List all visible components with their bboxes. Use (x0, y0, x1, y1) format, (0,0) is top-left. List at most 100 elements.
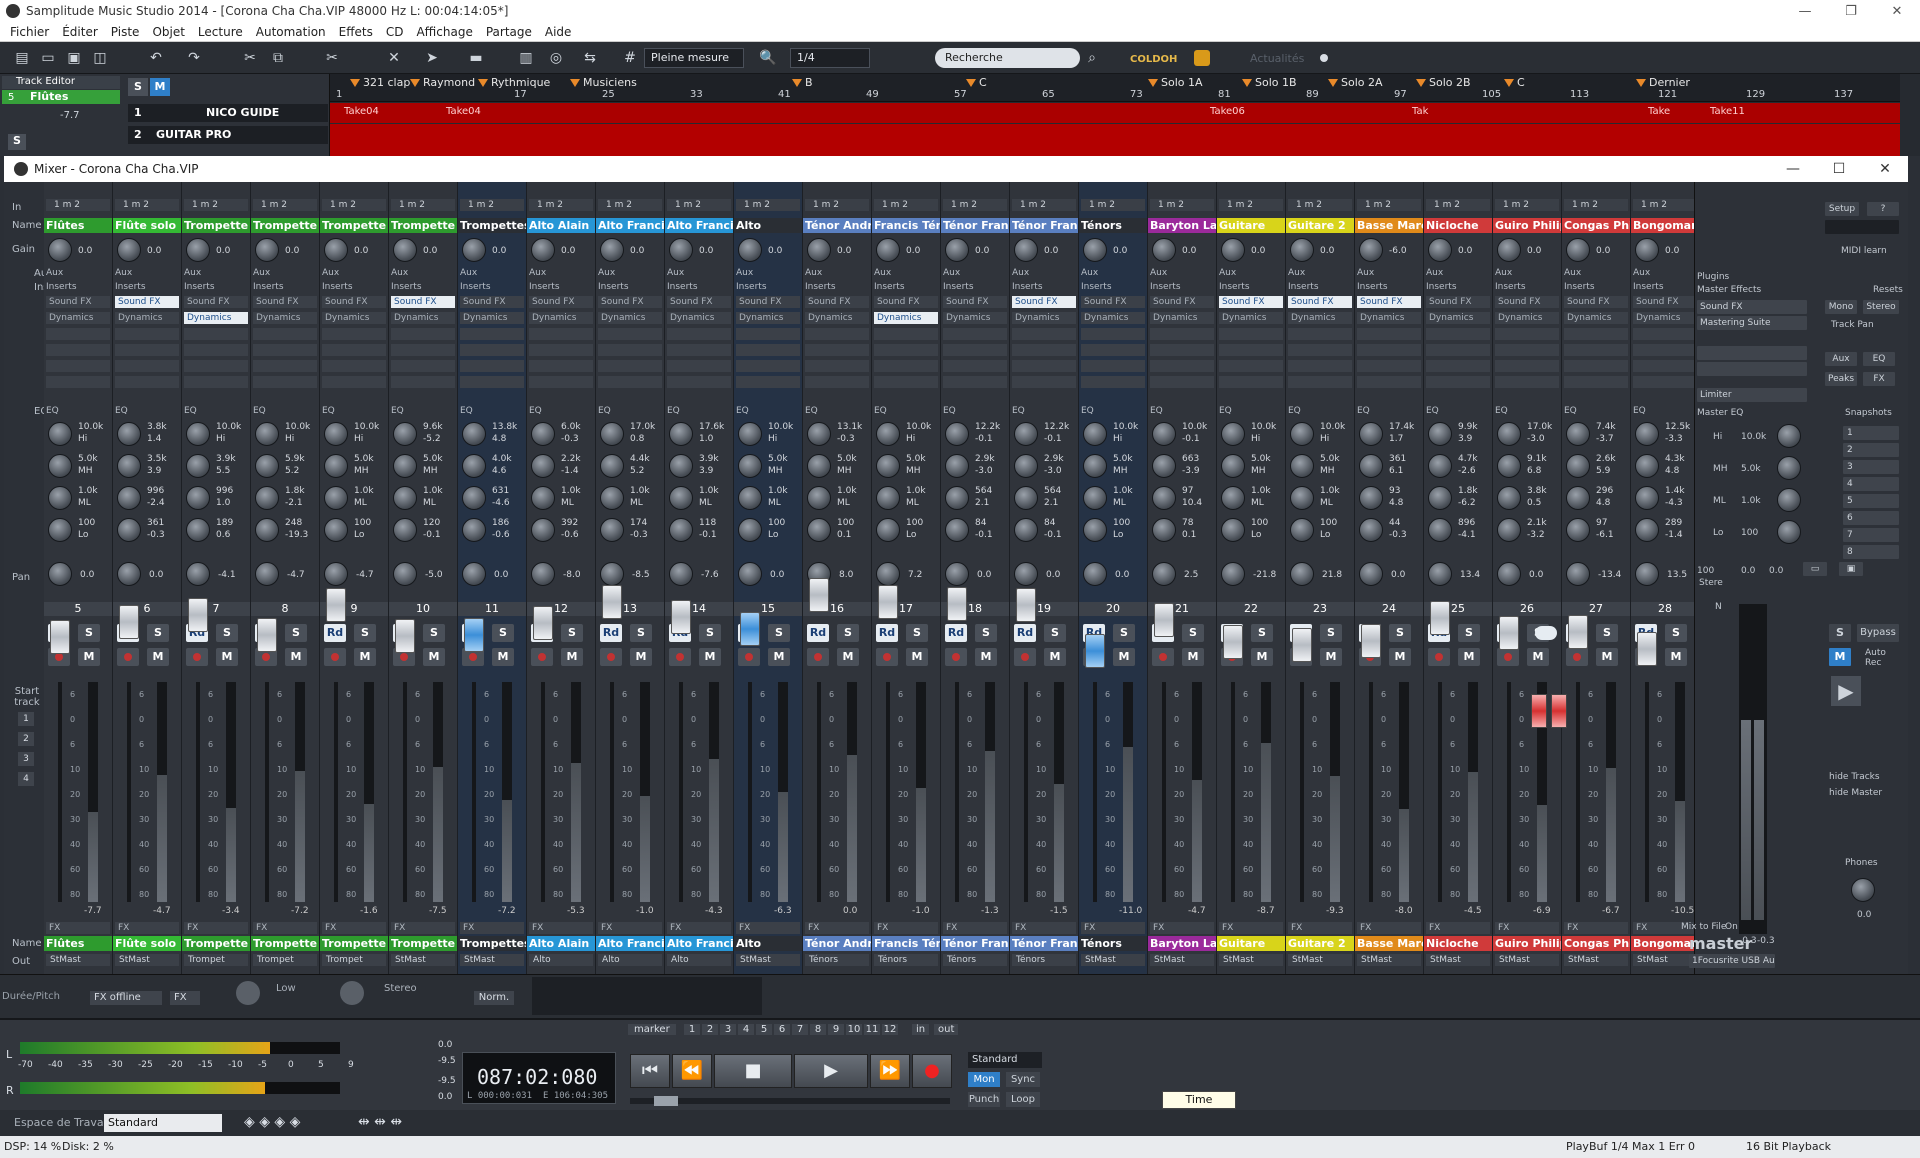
output-select[interactable]: Alto (667, 954, 731, 966)
output-select[interactable]: Ténors (1012, 954, 1076, 966)
volume-fader[interactable] (671, 600, 691, 634)
volume-fader[interactable] (878, 585, 898, 619)
volume-fader[interactable] (1154, 603, 1174, 637)
fx-select[interactable]: FX (322, 922, 386, 934)
master-soundfx-slot[interactable]: Sound FX (1697, 300, 1807, 314)
eq-label[interactable]: EQ (805, 406, 818, 416)
solo-button[interactable]: S (492, 624, 514, 642)
channel-name[interactable]: Ténor Franc (941, 218, 1009, 233)
channel-name[interactable]: Flûte solo (113, 218, 181, 233)
insert-slot[interactable] (1081, 360, 1145, 372)
gain-knob[interactable] (531, 238, 555, 262)
marker-5[interactable]: B (792, 76, 813, 89)
sound-fx-slot[interactable]: Sound FX (1150, 296, 1214, 308)
record-arm-button[interactable] (1497, 648, 1519, 666)
solo-button[interactable]: S (78, 624, 100, 642)
master-slot[interactable] (1697, 346, 1807, 360)
channel-name[interactable]: Ténor Andre (803, 218, 871, 233)
insert-slot[interactable] (1633, 344, 1697, 356)
aux-label[interactable]: Aux (736, 268, 753, 278)
record-arm-button[interactable] (1152, 648, 1174, 666)
gain-knob[interactable] (945, 238, 969, 262)
gain-knob[interactable] (1014, 238, 1038, 262)
insert-slot[interactable] (1288, 344, 1352, 356)
insert-slot[interactable] (253, 344, 317, 356)
sound-fx-slot[interactable]: Sound FX (598, 296, 662, 308)
dynamics-slot[interactable]: Dynamics (1150, 312, 1214, 324)
mute-button[interactable]: M (699, 648, 721, 666)
fx-select[interactable]: FX (1150, 922, 1214, 934)
eq-band-knob[interactable] (462, 518, 486, 542)
insert-slot[interactable] (391, 360, 455, 372)
insert-slot[interactable] (1564, 328, 1628, 340)
sound-fx-slot[interactable]: Sound FX (1633, 296, 1697, 308)
restore-button[interactable]: ❐ (1828, 0, 1874, 22)
volume-fader[interactable] (50, 620, 70, 654)
take-clip[interactable]: Take11 (1710, 106, 1745, 117)
pan-knob[interactable] (876, 562, 900, 586)
volume-fader[interactable] (1292, 628, 1312, 662)
eq-band-knob[interactable] (531, 486, 555, 510)
output-select[interactable]: StMast (46, 954, 110, 966)
eq-band-knob[interactable] (117, 454, 141, 478)
track-pan-label[interactable]: Track Pan (1831, 320, 1874, 330)
insert-slot[interactable] (1150, 376, 1214, 388)
snapshot-item[interactable]: 4 (1843, 477, 1899, 491)
gain-knob[interactable] (669, 238, 693, 262)
gain-knob[interactable] (1566, 238, 1590, 262)
dynamics-slot[interactable]: Dynamics (115, 312, 179, 324)
fx-select[interactable]: FX (170, 991, 200, 1005)
solo-button[interactable]: S (561, 624, 583, 642)
gain-knob[interactable] (117, 238, 141, 262)
channel-name-bottom[interactable]: Trompette (182, 936, 250, 951)
output-select[interactable]: Alto (598, 954, 662, 966)
eq-label[interactable]: EQ (736, 406, 749, 416)
output-select[interactable]: Trompet (322, 954, 386, 966)
eq-band-knob[interactable] (255, 518, 279, 542)
eq-band-knob[interactable] (1428, 518, 1452, 542)
eq-label[interactable]: EQ (46, 406, 59, 416)
channel-name[interactable]: Flûtes (44, 218, 112, 233)
eq-band-knob[interactable] (600, 422, 624, 446)
eq-band-knob[interactable] (186, 422, 210, 446)
fx-select[interactable]: FX (1219, 922, 1283, 934)
mute-button[interactable]: M (1182, 648, 1204, 666)
solo-button[interactable]: S (354, 624, 376, 642)
eq-band-knob[interactable] (1083, 486, 1107, 510)
eq-band-knob[interactable] (600, 454, 624, 478)
eq-label[interactable]: EQ (1219, 406, 1232, 416)
input-select[interactable]: 1 m 2 (1357, 199, 1421, 211)
master-eq-mh-knob[interactable] (1777, 456, 1801, 480)
eq-band-knob[interactable] (48, 486, 72, 510)
sound-fx-slot[interactable]: Sound FX (1564, 296, 1628, 308)
master-link-icon[interactable] (1535, 626, 1557, 640)
snapshot-item[interactable]: 3 (1843, 460, 1899, 474)
volume-fader[interactable] (188, 598, 208, 632)
input-select[interactable]: 1 m 2 (1288, 199, 1352, 211)
sound-fx-slot[interactable]: Sound FX (46, 296, 110, 308)
insert-slot[interactable] (115, 344, 179, 356)
loop-icon[interactable]: ⇆ (580, 48, 600, 68)
mixer-close-button[interactable]: ✕ (1862, 156, 1908, 182)
insert-slot[interactable] (943, 344, 1007, 356)
marker-number-button[interactable]: 9 (828, 1024, 844, 1035)
eq-band-knob[interactable] (1497, 518, 1521, 542)
redo-icon[interactable]: ↷ (184, 48, 204, 68)
mix-to-file-label[interactable]: Mix to File (1681, 922, 1726, 932)
eq-band-knob[interactable] (1152, 518, 1176, 542)
record-arm-button[interactable] (117, 648, 139, 666)
start-track-4[interactable]: 4 (18, 772, 34, 786)
gain-knob[interactable] (1083, 238, 1107, 262)
input-select[interactable]: 1 m 2 (1426, 199, 1490, 211)
sound-fx-slot[interactable]: Sound FX (943, 296, 1007, 308)
pan-knob[interactable] (48, 562, 72, 586)
eq-label[interactable]: EQ (874, 406, 887, 416)
output-select[interactable]: StMast (1426, 954, 1490, 966)
insert-slot[interactable] (1219, 360, 1283, 372)
volume-fader[interactable] (1223, 625, 1243, 659)
insert-slot[interactable] (1219, 376, 1283, 388)
volume-fader[interactable] (533, 606, 553, 640)
inserts-label[interactable]: Inserts (874, 282, 905, 292)
eq-band-knob[interactable] (1290, 454, 1314, 478)
eq-label[interactable]: EQ (1495, 406, 1508, 416)
